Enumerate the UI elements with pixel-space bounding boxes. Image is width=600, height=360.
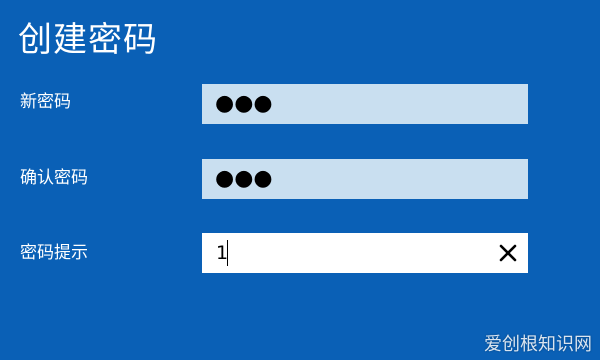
new-password-masked-value: ●●● [215,91,273,116]
confirm-password-field[interactable]: ●●● [202,159,528,199]
clear-button[interactable] [496,241,520,265]
page-title: 创建密码 [18,20,158,60]
new-password-field[interactable]: ●●● [202,84,528,124]
text-caret [227,240,228,266]
password-hint-label: 密码提示 [20,243,88,263]
new-password-label: 新密码 [20,92,71,112]
confirm-password-label: 确认密码 [20,168,88,188]
confirm-password-masked-value: ●●● [215,166,273,191]
password-hint-field[interactable]: 1 [202,233,528,273]
close-icon [499,244,517,262]
watermark-text: 爱创根知识网 [484,334,592,355]
